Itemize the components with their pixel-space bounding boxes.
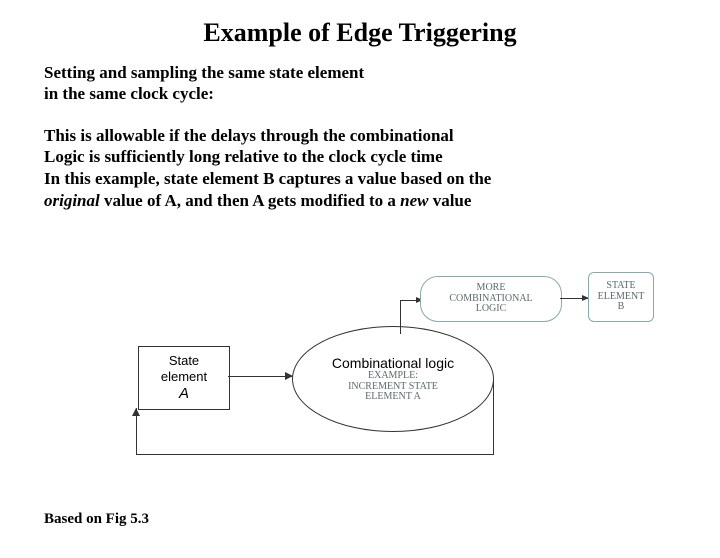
cloud1-l3: LOGIC	[449, 304, 532, 315]
cloud2-l3: B	[598, 302, 645, 313]
branch-up-v	[400, 300, 401, 334]
body-line-4: original value of A, and then A gets mod…	[44, 190, 684, 212]
body-text: This is allowable if the delays through …	[44, 125, 684, 212]
arrow-a-to-comb	[228, 376, 292, 377]
state-letter-a: A	[179, 385, 189, 403]
state-element-b-cloud: STATE ELEMENT B	[588, 272, 654, 322]
state-label-1: State	[169, 353, 199, 369]
body-line-1: This is allowable if the delays through …	[44, 125, 684, 147]
feedback-wire-v1	[493, 378, 494, 455]
state-label-2: element	[161, 369, 207, 385]
comb-label: Combinational logic	[332, 355, 454, 371]
arrow-cloud1-to-cloud2	[560, 298, 588, 299]
body-line-4d: value	[428, 191, 471, 210]
intro-line-2: in the same clock cycle:	[44, 83, 720, 104]
diagram: State element A Combinational logic EXAM…	[110, 280, 670, 480]
state-element-a-box: State element A	[138, 346, 230, 410]
comb-hand-3: ELEMENT A	[365, 392, 421, 403]
intro-line-1: Setting and sampling the same state elem…	[44, 62, 720, 83]
more-comb-logic-cloud: MORE COMBINATIONAL LOGIC	[420, 276, 562, 322]
body-line-4b: value of A, and then A gets modified to …	[100, 191, 400, 210]
feedback-wire-h	[136, 454, 494, 455]
intro-text: Setting and sampling the same state elem…	[44, 62, 720, 105]
emph-new: new	[400, 191, 428, 210]
feedback-arrowhead	[132, 408, 140, 416]
body-line-3: In this example, state element B capture…	[44, 168, 684, 190]
body-line-2: Logic is sufficiently long relative to t…	[44, 146, 684, 168]
combinational-logic-oval: Combinational logic EXAMPLE: INCREMENT S…	[292, 326, 494, 432]
branch-up-h	[400, 300, 422, 301]
page-title: Example of Edge Triggering	[0, 18, 720, 48]
emph-original: original	[44, 191, 100, 210]
figure-reference: Based on Fig 5.3	[44, 511, 149, 528]
